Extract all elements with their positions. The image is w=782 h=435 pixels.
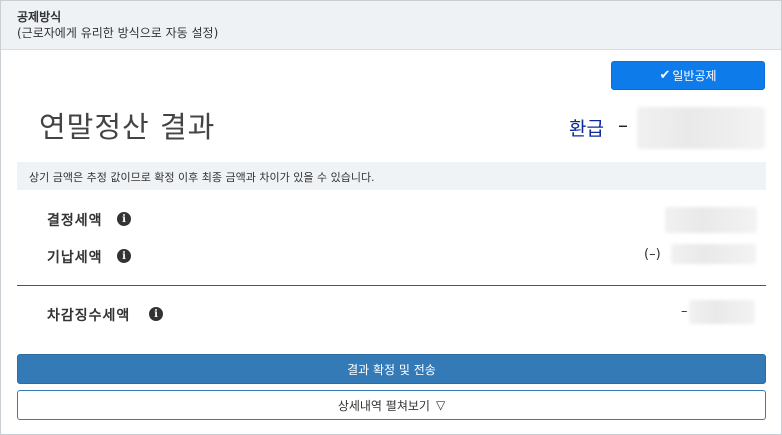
difference-tax-label: 차감징수세액: [47, 308, 131, 324]
deduction-method-subtitle: (근로자에게 유리한 방식으로 자동 설정): [17, 26, 219, 40]
deduction-method-title: 공제방식: [17, 10, 62, 24]
prepaid-tax-minus: (–): [644, 247, 661, 262]
prepaid-tax-amount-redacted: [671, 244, 756, 264]
confirm-and-send-label: 결과 확정 및 전송: [347, 362, 436, 377]
difference-tax-minus: –: [681, 304, 688, 319]
difference-tax-amount-redacted: [689, 300, 755, 324]
difference-tax-info-icon[interactable]: i: [149, 307, 163, 321]
refund-dash: –: [618, 113, 628, 137]
determined-tax-info-icon[interactable]: i: [117, 212, 131, 226]
determined-tax-amount-redacted: [665, 207, 757, 233]
estimate-notice: 상기 금액은 추정 값이므로 확정 이후 최종 금액과 차이가 있을 수 있습니…: [17, 162, 766, 190]
prepaid-tax-label: 기납세액: [47, 250, 103, 266]
estimate-notice-text: 상기 금액은 추정 값이므로 확정 이후 최종 금액과 차이가 있을 수 있습니…: [29, 171, 375, 184]
page-title: 연말정산 결과: [39, 110, 216, 144]
confirm-and-send-button[interactable]: 결과 확정 및 전송: [17, 354, 766, 384]
expand-details-button[interactable]: 상세내역 펼쳐보기 ▽: [17, 390, 766, 420]
prepaid-tax-info-icon[interactable]: i: [117, 249, 131, 263]
triangle-down-icon: ▽: [435, 398, 446, 412]
general-deduction-label: 일반공제: [672, 69, 717, 83]
deduction-method-header: 공제방식 (근로자에게 유리한 방식으로 자동 설정): [1, 1, 781, 50]
refund-label: 환급: [569, 118, 604, 140]
divider: [17, 285, 766, 286]
tax-result-panel: 공제방식 (근로자에게 유리한 방식으로 자동 설정) ✔ 일반공제 연말정산 …: [0, 0, 782, 435]
check-icon: ✔: [659, 68, 671, 83]
expand-details-label: 상세내역 펼쳐보기: [337, 398, 430, 413]
general-deduction-button[interactable]: ✔ 일반공제: [611, 61, 765, 90]
determined-tax-label: 결정세액: [47, 213, 103, 229]
refund-amount-redacted: [637, 107, 765, 149]
